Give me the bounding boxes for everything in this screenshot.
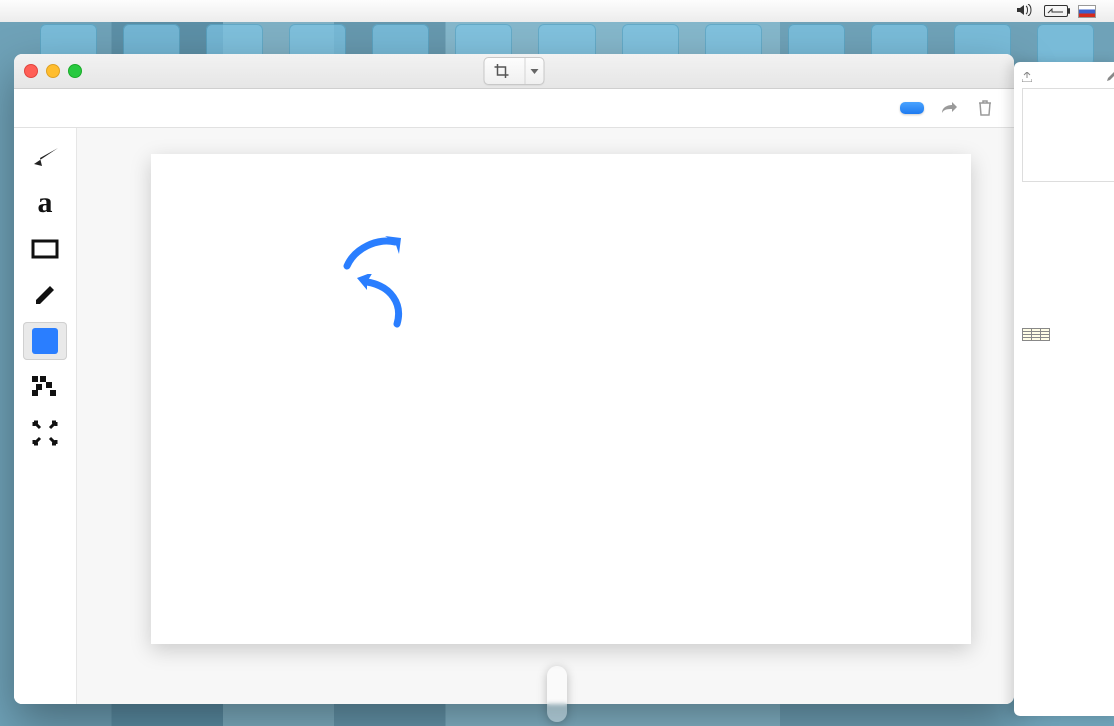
window-titlebar[interactable] (14, 54, 1014, 89)
marker-tool-icon (32, 282, 58, 308)
rect-tool-icon (31, 239, 59, 259)
crop-resize-icon (32, 420, 58, 446)
canvas-area[interactable] (77, 128, 1014, 704)
document-toolbar (14, 89, 1014, 128)
annotation-arrow-2[interactable] (347, 274, 427, 354)
macos-menubar (0, 0, 1114, 23)
tool-pixelate[interactable] (23, 368, 67, 406)
crop-icon (495, 64, 509, 78)
skitch-window: a (14, 54, 1014, 704)
trash-icon (978, 100, 992, 116)
tool-marker[interactable] (23, 276, 67, 314)
share-button[interactable] (938, 97, 960, 119)
dock (547, 666, 567, 722)
edit-icon (1106, 72, 1114, 82)
input-source-flag-icon[interactable] (1078, 5, 1096, 18)
capture-mode-button[interactable] (484, 57, 545, 85)
tool-rectangle[interactable] (23, 230, 67, 268)
text-tool-icon: a (38, 186, 53, 220)
tool-crop[interactable] (23, 414, 67, 452)
login-button[interactable] (900, 102, 924, 114)
window-minimize-button[interactable] (46, 64, 60, 78)
window-close-button[interactable] (24, 64, 38, 78)
tool-sidebar: a (14, 128, 77, 704)
background-document-window (1014, 62, 1114, 716)
share-arrow-icon (940, 101, 958, 115)
desktop: a (0, 22, 1114, 726)
battery-status[interactable] (1042, 5, 1068, 17)
chevron-down-icon (531, 69, 539, 74)
volume-icon[interactable] (1016, 4, 1032, 19)
delete-button[interactable] (974, 97, 996, 119)
bg-doc-table (1022, 328, 1050, 341)
capture-mode-dropdown[interactable] (526, 58, 544, 84)
window-zoom-button[interactable] (68, 64, 82, 78)
arrow-tool-icon (30, 146, 60, 168)
tool-text[interactable]: a (23, 184, 67, 222)
canvas[interactable] (151, 154, 971, 644)
pixelate-tool-icon (32, 376, 58, 398)
window-traffic-lights (24, 64, 82, 78)
color-swatch-icon (32, 328, 58, 354)
tool-color[interactable] (23, 322, 67, 360)
share-icon (1022, 72, 1032, 82)
tool-arrow[interactable] (23, 138, 67, 176)
